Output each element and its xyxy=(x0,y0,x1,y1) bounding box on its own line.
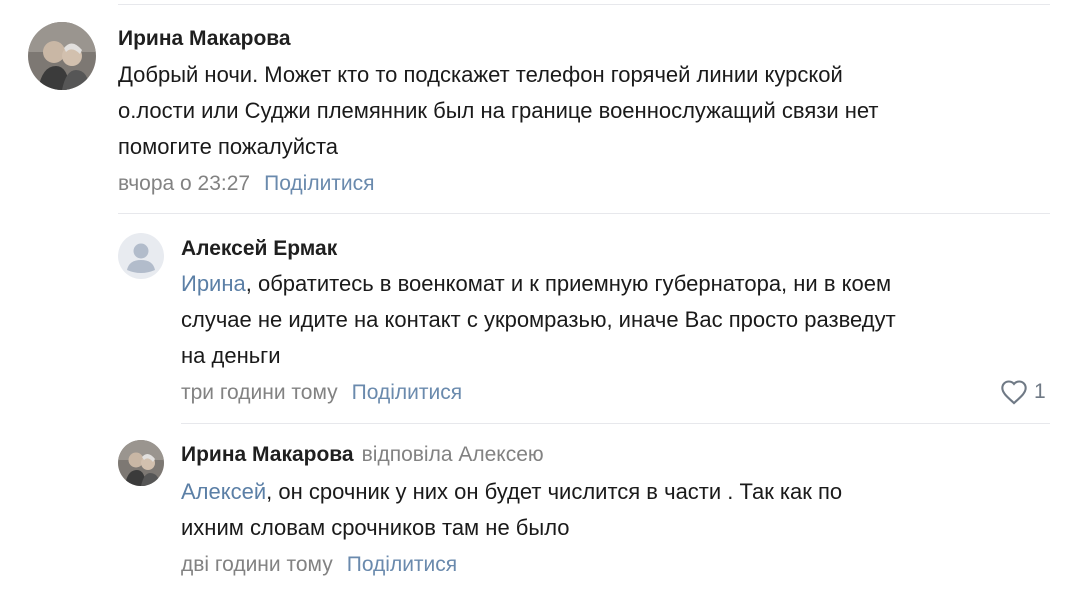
comment-timestamp[interactable]: три години тому xyxy=(181,381,338,404)
comment-text-line: случае не идите на контакт с укромразью,… xyxy=(181,307,896,332)
mention-link[interactable]: Алексей xyxy=(181,479,266,504)
user-photo-icon xyxy=(118,440,164,486)
top-divider xyxy=(118,4,1050,5)
author-name[interactable]: Ирина Макарова xyxy=(181,443,354,466)
comment-text-line: Ирина, обратитесь в военкомат и к приемн… xyxy=(181,266,1071,302)
comment-author[interactable]: Алексей Ермак xyxy=(181,237,337,261)
comment-text: Добрый ночи. Может кто то подскажет теле… xyxy=(118,57,1068,165)
comment-meta: вчора о 23:27 Поділитися xyxy=(118,172,375,196)
comment-text-line: о.лости или Суджи племянник был на грани… xyxy=(118,98,879,123)
user-photo-icon xyxy=(28,22,96,90)
like-count: 1 xyxy=(1034,380,1046,403)
comment-text-line: ихним словам срочников там не было xyxy=(181,515,570,540)
share-button[interactable]: Поділитися xyxy=(352,381,462,404)
avatar[interactable] xyxy=(118,233,164,279)
comment-text-line: на деньги xyxy=(181,343,281,368)
comment-timestamp[interactable]: вчора о 23:27 xyxy=(118,172,250,195)
comment-timestamp[interactable]: дві години тому xyxy=(181,553,333,576)
avatar[interactable] xyxy=(118,440,164,486)
comment-text-line: помогите пожалуйста xyxy=(118,134,339,159)
heart-icon xyxy=(1001,380,1027,405)
comment-text: Ирина, обратитесь в военкомат и к приемн… xyxy=(181,266,1071,374)
text-fragment: , обратитесь в военкомат и к приемную гу… xyxy=(245,271,892,296)
author-name[interactable]: Ирина Макарова xyxy=(118,27,291,50)
text-fragment: , он срочник у них он будет числится в ч… xyxy=(266,479,843,504)
default-avatar-icon xyxy=(118,233,164,279)
comment-meta: три години тому Поділитися xyxy=(181,381,462,405)
comment-divider xyxy=(181,423,1050,424)
comment-author[interactable]: Ирина Макарова xyxy=(118,27,291,51)
avatar[interactable] xyxy=(28,22,96,90)
share-button[interactable]: Поділитися xyxy=(347,553,457,576)
author-name[interactable]: Алексей Ермак xyxy=(181,237,337,260)
comment-text-line: Алексей, он срочник у них он будет числи… xyxy=(181,474,1071,510)
comment-meta: дві години тому Поділитися xyxy=(181,553,457,577)
comment-divider xyxy=(118,213,1050,214)
mention-link[interactable]: Ирина xyxy=(181,271,246,296)
comment-text-line: Добрый ночи. Может кто то подскажет теле… xyxy=(118,62,843,87)
comment-author: Ирина Макарова відповіла Алексею xyxy=(181,443,544,467)
comment-text: Алексей, он срочник у них он будет числи… xyxy=(181,474,1071,546)
replied-to[interactable]: відповіла Алексею xyxy=(362,443,544,466)
like-button[interactable]: 1 xyxy=(1000,379,1046,405)
share-button[interactable]: Поділитися xyxy=(264,172,374,195)
